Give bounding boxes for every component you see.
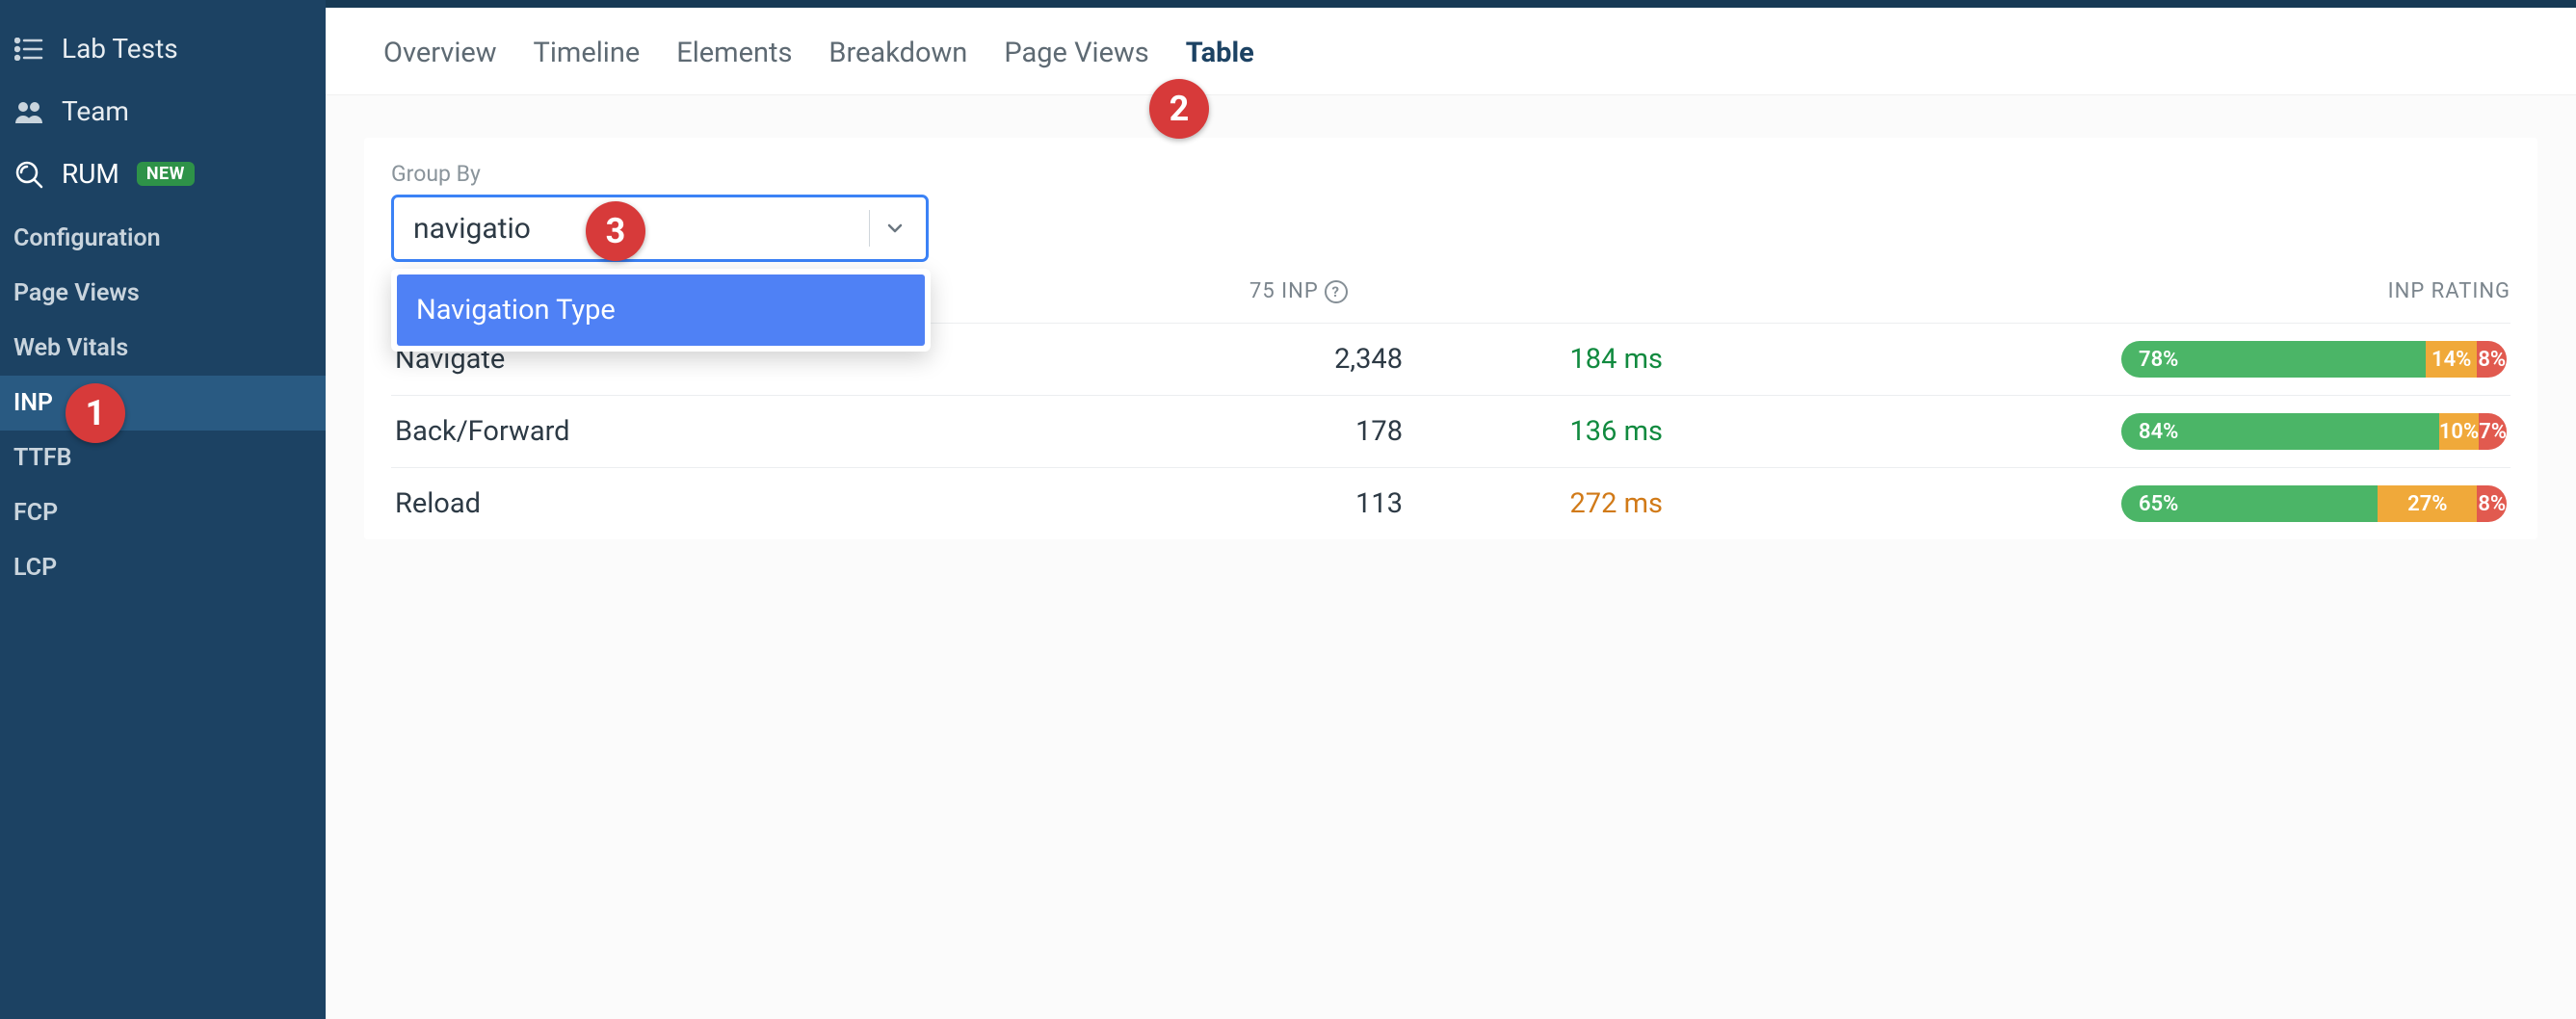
tab-breakdown[interactable]: Breakdown [828, 37, 967, 69]
sidebar-sub-lcp[interactable]: LCP [0, 540, 326, 595]
cell-page-views: 2,348 [1239, 343, 1403, 376]
tab-table[interactable]: Table [1186, 37, 1254, 69]
sidebar-item-lab-tests[interactable]: Lab Tests [0, 17, 326, 80]
cell-name: Reload [395, 487, 780, 520]
help-icon[interactable]: ? [1325, 280, 1348, 303]
sidebar-sub-inp[interactable]: INP [0, 376, 326, 431]
table-row[interactable]: Back/Forward 178 136 ms 84% 10% 7% [391, 395, 2510, 467]
sidebar-sub-page-views[interactable]: Page Views [0, 266, 326, 321]
rating-bar: 65% 27% 8% [2121, 485, 2507, 522]
rating-seg-good: 78% [2121, 341, 2426, 378]
cell-p75-inp: 136 ms [1451, 415, 1663, 448]
topbar-strip [326, 0, 2576, 8]
groupby-label: Group By [364, 161, 2537, 195]
sidebar-sub-fcp[interactable]: FCP [0, 485, 326, 540]
rating-bar: 78% 14% 8% [2121, 341, 2507, 378]
annotation-2: 2 [1149, 79, 1209, 139]
sidebar: Lab Tests Team RUM NEW Configuration Pag… [0, 0, 326, 1019]
sidebar-sub-ttfb[interactable]: TTFB [0, 431, 326, 485]
search-icon [13, 159, 44, 190]
annotation-3: 3 [586, 201, 645, 261]
cell-p75-inp: 184 ms [1451, 343, 1663, 376]
sidebar-sub-configuration[interactable]: Configuration [0, 211, 326, 266]
chevron-down-icon[interactable] [883, 217, 907, 240]
content-card: Group By navigatio Navigation Type 75 IN… [364, 138, 2537, 539]
th-p75-text: 75 INP [1249, 279, 1319, 303]
cell-rating: 78% 14% 8% [2121, 341, 2507, 378]
rating-seg-needs-improvement: 27% [2378, 485, 2477, 522]
sidebar-subnav: Configuration Page Views Web Vitals INP … [0, 211, 326, 595]
rating-seg-poor: 8% [2477, 341, 2507, 378]
new-badge: NEW [137, 162, 195, 186]
th-p75: 75 INP ? [1249, 279, 1461, 303]
main-content: Overview Timeline Elements Breakdown Pag… [326, 0, 2576, 1019]
team-icon [13, 96, 44, 127]
groupby-dropdown: Navigation Type [391, 269, 931, 352]
dropdown-option-navigation-type[interactable]: Navigation Type [397, 274, 925, 346]
groupby-input[interactable]: navigatio [391, 195, 929, 262]
rating-seg-poor: 8% [2477, 485, 2507, 522]
rating-seg-good: 84% [2121, 413, 2439, 450]
sidebar-sub-web-vitals[interactable]: Web Vitals [0, 321, 326, 376]
rating-seg-needs-improvement: 10% [2439, 413, 2479, 450]
tab-overview[interactable]: Overview [383, 37, 497, 69]
rating-bar: 84% 10% 7% [2121, 413, 2507, 450]
sidebar-item-label: RUM [62, 158, 119, 190]
annotation-1: 1 [66, 383, 125, 443]
tabs-bar: Overview Timeline Elements Breakdown Pag… [326, 8, 2576, 95]
tab-page-views[interactable]: Page Views [1004, 37, 1148, 69]
cell-name: Back/Forward [395, 415, 780, 448]
sidebar-item-rum[interactable]: RUM NEW [0, 143, 326, 205]
rating-seg-poor: 7% [2479, 413, 2507, 450]
cell-page-views: 113 [1239, 487, 1403, 520]
rating-seg-needs-improvement: 14% [2426, 341, 2477, 378]
groupby-select-wrap: navigatio Navigation Type [391, 195, 929, 262]
cell-p75-inp: 272 ms [1451, 487, 1663, 520]
sidebar-item-label: Lab Tests [62, 33, 178, 65]
table-row[interactable]: Reload 113 272 ms 65% 27% 8% [391, 467, 2510, 539]
rating-seg-good: 65% [2121, 485, 2378, 522]
cell-rating: 65% 27% 8% [2121, 485, 2507, 522]
tab-elements[interactable]: Elements [676, 37, 792, 69]
list-icon [13, 34, 44, 65]
sidebar-item-label: Team [62, 95, 129, 127]
cell-rating: 84% 10% 7% [2121, 413, 2507, 450]
tab-timeline[interactable]: Timeline [534, 37, 641, 69]
th-rating: INP RATING [2125, 279, 2510, 303]
select-divider [869, 210, 870, 247]
cell-page-views: 178 [1239, 415, 1403, 448]
sidebar-item-team[interactable]: Team [0, 80, 326, 143]
